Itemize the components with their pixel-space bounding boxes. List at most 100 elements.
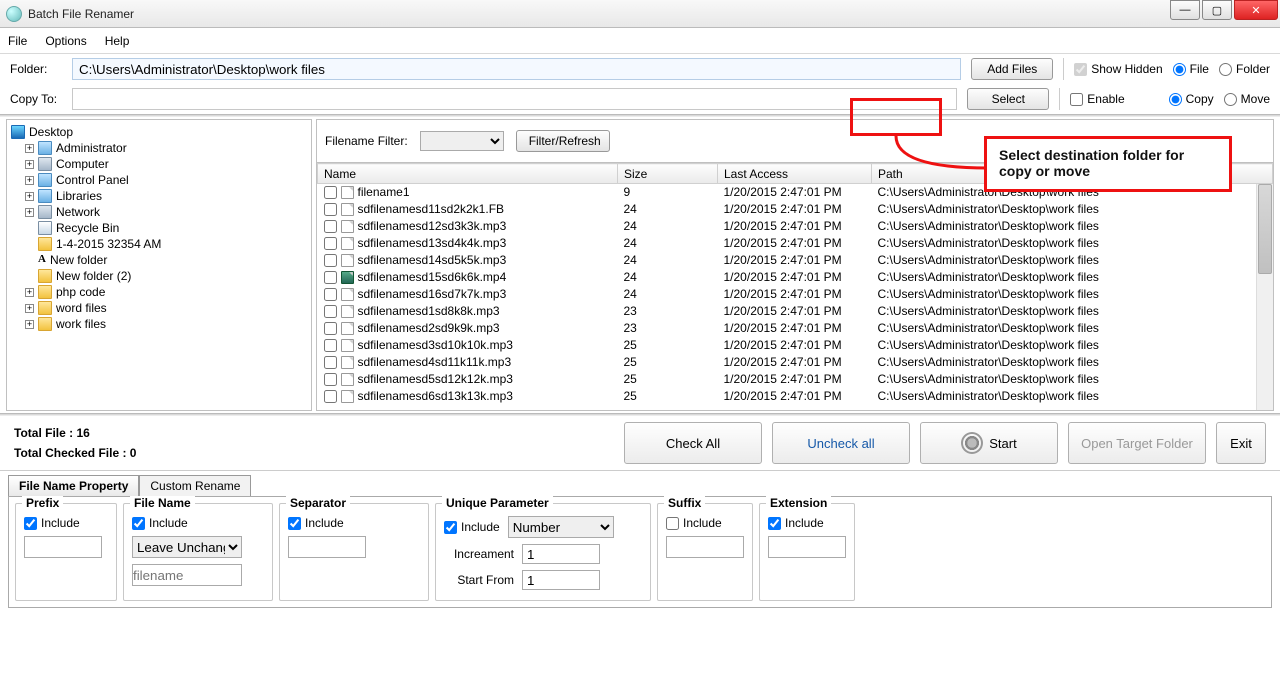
cell-last: 1/20/2015 2:47:01 PM — [718, 337, 872, 354]
tree-item[interactable]: +word files — [11, 300, 307, 316]
tree-item[interactable]: ANew folder — [11, 252, 307, 268]
folder-input[interactable] — [72, 58, 961, 80]
row-checkbox[interactable] — [324, 373, 337, 386]
extension-include[interactable]: Include — [768, 516, 824, 530]
table-row[interactable]: sdfilenamesd16sd7k7k.mp3241/20/2015 2:47… — [318, 286, 1273, 303]
startfrom-input[interactable] — [522, 570, 600, 590]
tab-filename-property[interactable]: File Name Property — [8, 475, 139, 496]
tree-label: Network — [56, 205, 100, 219]
tree-item[interactable]: 1-4-2015 32354 AM — [11, 236, 307, 252]
suffix-input[interactable] — [666, 536, 744, 558]
file-radio[interactable]: File — [1173, 62, 1209, 76]
prefix-include[interactable]: Include — [24, 516, 80, 530]
filename-include[interactable]: Include — [132, 516, 188, 530]
table-row[interactable]: sdfilenamesd1sd8k8k.mp3231/20/2015 2:47:… — [318, 303, 1273, 320]
col-last[interactable]: Last Access — [718, 164, 872, 184]
table-row[interactable]: sdfilenamesd14sd5k5k.mp3241/20/2015 2:47… — [318, 252, 1273, 269]
folder-radio[interactable]: Folder — [1219, 62, 1270, 76]
col-name[interactable]: Name — [318, 164, 618, 184]
col-size[interactable]: Size — [618, 164, 718, 184]
tree-label: Desktop — [29, 125, 73, 139]
check-all-button[interactable]: Check All — [624, 422, 762, 464]
table-row[interactable]: sdfilenamesd11sd2k2k1.FB241/20/2015 2:47… — [318, 201, 1273, 218]
tree-item[interactable]: +work files — [11, 316, 307, 332]
tree-expander-icon[interactable]: + — [25, 288, 34, 297]
table-row[interactable]: sdfilenamesd6sd13k13k.mp3251/20/2015 2:4… — [318, 388, 1273, 405]
grid-scrollbar[interactable] — [1256, 184, 1273, 410]
maximize-button[interactable]: ▢ — [1202, 0, 1232, 20]
row-checkbox[interactable] — [324, 322, 337, 335]
open-target-button[interactable]: Open Target Folder — [1068, 422, 1206, 464]
tree-expander-icon[interactable]: + — [25, 192, 34, 201]
tree-item[interactable]: New folder (2) — [11, 268, 307, 284]
folder-tree[interactable]: Desktop+Administrator+Computer+Control P… — [6, 119, 312, 411]
copy-radio[interactable]: Copy — [1169, 92, 1214, 106]
row-checkbox[interactable] — [324, 271, 337, 284]
start-button[interactable]: Start — [920, 422, 1058, 464]
exit-button[interactable]: Exit — [1216, 422, 1266, 464]
prefix-input[interactable] — [24, 536, 102, 558]
table-row[interactable]: sdfilenamesd5sd12k12k.mp3251/20/2015 2:4… — [318, 371, 1273, 388]
row-checkbox[interactable] — [324, 288, 337, 301]
tree-expander-icon[interactable]: + — [25, 176, 34, 185]
table-row[interactable]: sdfilenamesd3sd10k10k.mp3251/20/2015 2:4… — [318, 337, 1273, 354]
increment-input[interactable] — [522, 544, 600, 564]
row-checkbox[interactable] — [324, 237, 337, 250]
add-files-button[interactable]: Add Files — [971, 58, 1053, 80]
row-checkbox[interactable] — [324, 203, 337, 216]
table-row[interactable]: sdfilenamesd2sd9k9k.mp3231/20/2015 2:47:… — [318, 320, 1273, 337]
file-grid[interactable]: Name Size Last Access Path filename191/2… — [317, 163, 1273, 405]
enable-checkbox[interactable]: Enable — [1070, 92, 1124, 106]
filter-refresh-button[interactable]: Filter/Refresh — [516, 130, 610, 152]
uncheck-all-button[interactable]: Uncheck all — [772, 422, 910, 464]
row-checkbox[interactable] — [324, 390, 337, 403]
table-row[interactable]: sdfilenamesd12sd3k3k.mp3241/20/2015 2:47… — [318, 218, 1273, 235]
table-row[interactable]: sdfilenamesd13sd4k4k.mp3241/20/2015 2:47… — [318, 235, 1273, 252]
filename-input[interactable] — [132, 564, 242, 586]
row-checkbox[interactable] — [324, 305, 337, 318]
menu-options[interactable]: Options — [45, 34, 86, 48]
tree-item[interactable]: +Libraries — [11, 188, 307, 204]
select-button[interactable]: Select — [967, 88, 1049, 110]
cell-size: 23 — [618, 320, 718, 337]
table-row[interactable]: sdfilenamesd15sd6k6k.mp4241/20/2015 2:47… — [318, 269, 1273, 286]
desktop-icon — [11, 125, 25, 139]
suffix-include[interactable]: Include — [666, 516, 722, 530]
row-checkbox[interactable] — [324, 186, 337, 199]
tree-item[interactable]: +php code — [11, 284, 307, 300]
tree-item[interactable]: Desktop — [11, 124, 307, 140]
row-checkbox[interactable] — [324, 339, 337, 352]
copyto-input[interactable] — [72, 88, 957, 110]
tree-expander-icon[interactable]: + — [25, 304, 34, 313]
show-hidden-checkbox[interactable]: Show Hidden — [1074, 62, 1162, 76]
row-checkbox[interactable] — [324, 254, 337, 267]
tree-expander-icon[interactable]: + — [25, 160, 34, 169]
tree-item[interactable]: +Administrator — [11, 140, 307, 156]
filter-select[interactable] — [420, 131, 504, 151]
tree-expander-icon[interactable]: + — [25, 144, 34, 153]
close-button[interactable]: ✕ — [1234, 0, 1278, 20]
unique-include[interactable]: Include — [444, 520, 500, 534]
separator-include[interactable]: Include — [288, 516, 344, 530]
cell-size: 24 — [618, 252, 718, 269]
move-radio[interactable]: Move — [1224, 92, 1270, 106]
tree-item[interactable]: +Computer — [11, 156, 307, 172]
unique-type-select[interactable]: Number — [508, 516, 614, 538]
tree-expander-icon[interactable]: + — [25, 208, 34, 217]
tree-item[interactable]: +Control Panel — [11, 172, 307, 188]
row-checkbox[interactable] — [324, 220, 337, 233]
minimize-button[interactable]: — — [1170, 0, 1200, 20]
tree-expander-icon[interactable]: + — [25, 320, 34, 329]
group-unique-title: Unique Parameter — [442, 496, 553, 510]
group-filename: File Name Include Leave Unchange — [123, 503, 273, 601]
tab-custom-rename[interactable]: Custom Rename — [139, 475, 251, 496]
extension-input[interactable] — [768, 536, 846, 558]
menu-help[interactable]: Help — [105, 34, 130, 48]
table-row[interactable]: sdfilenamesd4sd11k11k.mp3251/20/2015 2:4… — [318, 354, 1273, 371]
filename-mode-select[interactable]: Leave Unchange — [132, 536, 242, 558]
row-checkbox[interactable] — [324, 356, 337, 369]
tree-item[interactable]: + Network — [11, 204, 307, 220]
separator-input[interactable] — [288, 536, 366, 558]
menu-file[interactable]: File — [8, 34, 27, 48]
tree-item[interactable]: Recycle Bin — [11, 220, 307, 236]
